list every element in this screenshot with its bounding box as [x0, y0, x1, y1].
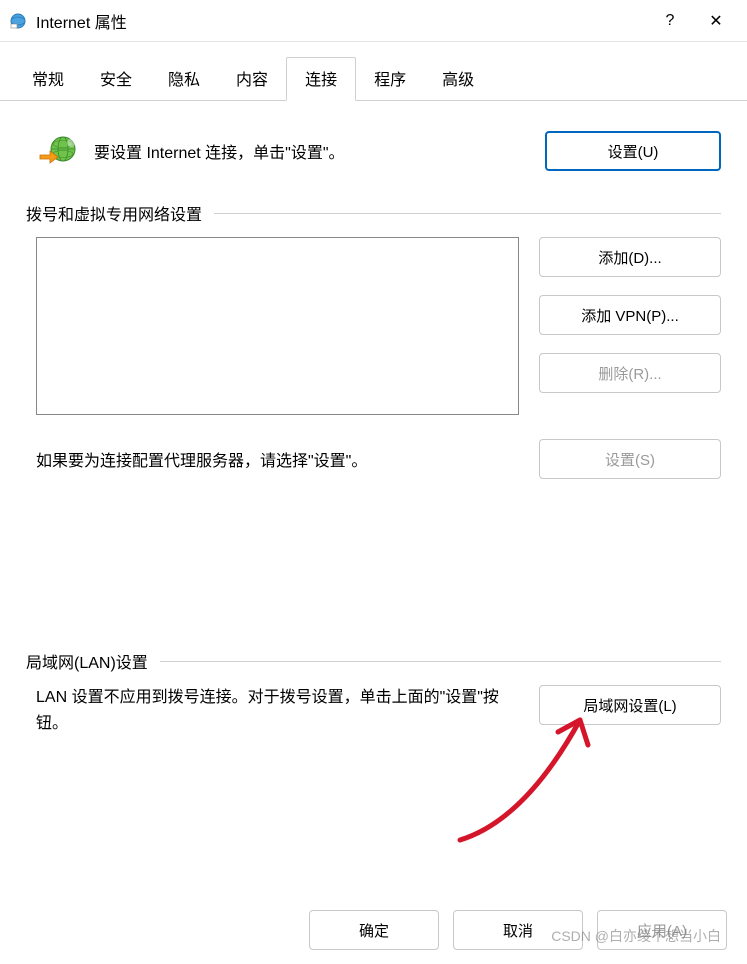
dialog-footer: 确定 取消 应用(A) — [309, 910, 727, 950]
titlebar: Internet 属性 ? ✕ — [0, 0, 747, 42]
lan-section-label: 局域网(LAN)设置 — [26, 649, 148, 673]
proxy-row: 如果要为连接配置代理服务器，请选择"设置"。 设置(S) — [36, 439, 721, 479]
lan-section-header: 局域网(LAN)设置 — [26, 649, 721, 673]
lan-row: LAN 设置不应用到拨号连接。对于拨号设置，单击上面的"设置"按钮。 局域网设置… — [36, 685, 721, 736]
apply-button: 应用(A) — [597, 910, 727, 950]
dial-section-label: 拨号和虚拟专用网络设置 — [26, 201, 202, 225]
connections-listbox[interactable] — [36, 237, 519, 415]
internet-options-icon — [8, 11, 28, 31]
cancel-button[interactable]: 取消 — [453, 910, 583, 950]
proxy-description: 如果要为连接配置代理服务器，请选择"设置"。 — [36, 447, 519, 471]
close-button[interactable]: ✕ — [693, 0, 739, 42]
window-title: Internet 属性 — [36, 9, 647, 33]
setup-row: 要设置 Internet 连接，单击"设置"。 设置(U) — [38, 131, 721, 171]
tab-general[interactable]: 常规 — [14, 57, 82, 101]
ok-button[interactable]: 确定 — [309, 910, 439, 950]
lan-settings-button[interactable]: 局域网设置(L) — [539, 685, 721, 725]
dial-buttons: 添加(D)... 添加 VPN(P)... 删除(R)... — [539, 237, 721, 393]
globe-arrow-icon — [38, 133, 78, 169]
setup-description: 要设置 Internet 连接，单击"设置"。 — [94, 139, 529, 163]
tab-bar: 常规 安全 隐私 内容 连接 程序 高级 — [0, 42, 747, 101]
tab-connections[interactable]: 连接 — [286, 57, 356, 101]
divider — [214, 213, 721, 214]
connection-settings-button: 设置(S) — [539, 439, 721, 479]
tab-privacy[interactable]: 隐私 — [150, 57, 218, 101]
divider — [160, 661, 721, 662]
add-button[interactable]: 添加(D)... — [539, 237, 721, 277]
dial-section-header: 拨号和虚拟专用网络设置 — [26, 201, 721, 225]
tab-security[interactable]: 安全 — [82, 57, 150, 101]
add-vpn-button[interactable]: 添加 VPN(P)... — [539, 295, 721, 335]
tab-content-area: 要设置 Internet 连接，单击"设置"。 设置(U) 拨号和虚拟专用网络设… — [0, 101, 747, 746]
lan-description: LAN 设置不应用到拨号连接。对于拨号设置，单击上面的"设置"按钮。 — [36, 685, 519, 736]
lan-section: 局域网(LAN)设置 LAN 设置不应用到拨号连接。对于拨号设置，单击上面的"设… — [26, 649, 721, 736]
tab-content[interactable]: 内容 — [218, 57, 286, 101]
tab-programs[interactable]: 程序 — [356, 57, 424, 101]
tab-advanced[interactable]: 高级 — [424, 57, 492, 101]
help-button[interactable]: ? — [647, 0, 693, 42]
dial-row: 添加(D)... 添加 VPN(P)... 删除(R)... — [26, 237, 721, 415]
remove-button: 删除(R)... — [539, 353, 721, 393]
setup-button[interactable]: 设置(U) — [545, 131, 721, 171]
